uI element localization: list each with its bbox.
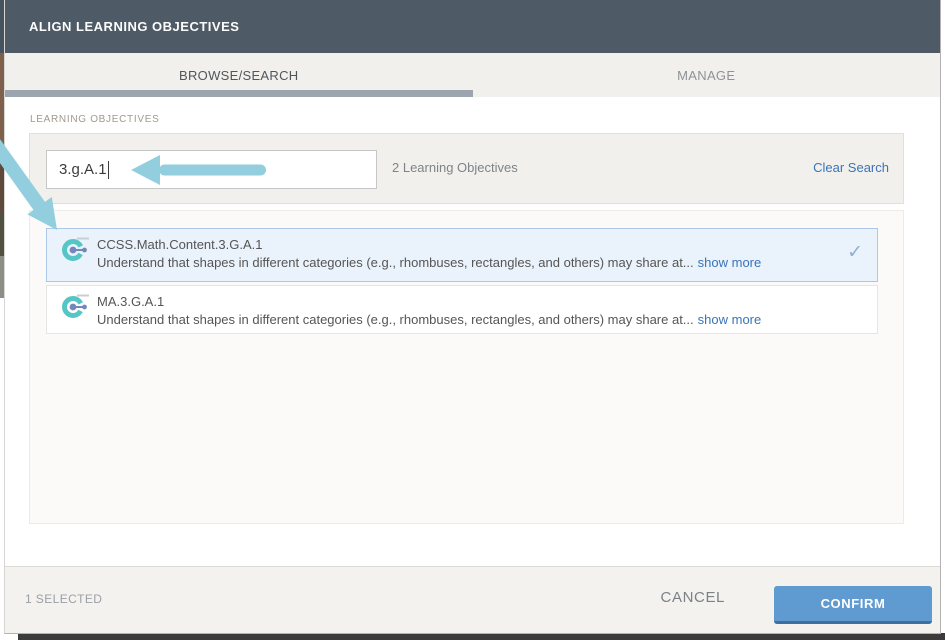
clear-search-link[interactable]: Clear Search	[813, 160, 889, 175]
learning-objectives-section-label: LEARNING OBJECTIVES	[30, 114, 159, 125]
confirm-button[interactable]: CONFIRM	[774, 586, 932, 624]
modal-bottom-shadow	[18, 633, 945, 640]
tab-manage-label: MANAGE	[677, 68, 735, 83]
active-tab-underline	[5, 90, 473, 97]
annotation-arrow-diagonal-icon	[0, 138, 75, 243]
objective-row-ccss[interactable]: CCSS.Math.Content.3.G.A.1 Understand tha…	[46, 228, 878, 282]
dialog-title: ALIGN LEARNING OBJECTIVES	[29, 19, 239, 34]
results-list: CCSS.Math.Content.3.G.A.1 Understand tha…	[29, 210, 904, 524]
show-more-link[interactable]: show more	[698, 255, 762, 270]
objective-description: Understand that shapes in different cate…	[97, 254, 865, 271]
tab-manage[interactable]: MANAGE	[473, 53, 941, 97]
objective-row-ma[interactable]: MA.3.G.A.1 Understand that shapes in dif…	[46, 285, 878, 334]
selected-count-text: 1 SELECTED	[25, 592, 102, 606]
learning-objective-icon	[62, 293, 90, 321]
dialog-footer: 1 SELECTED CANCEL CONFIRM	[5, 566, 940, 633]
objective-description: Understand that shapes in different cate…	[97, 311, 865, 328]
selected-check-icon: ✓	[847, 241, 863, 264]
annotation-arrow-horizontal-icon	[126, 150, 272, 190]
align-learning-objectives-dialog: ALIGN LEARNING OBJECTIVES BROWSE/SEARCH …	[4, 0, 941, 634]
text-caret	[108, 161, 109, 179]
objective-code: MA.3.G.A.1	[97, 293, 865, 311]
tab-browse-search-label: BROWSE/SEARCH	[179, 68, 298, 83]
show-more-link[interactable]: show more	[698, 312, 762, 327]
dialog-header: ALIGN LEARNING OBJECTIVES	[5, 0, 940, 53]
objective-code: CCSS.Math.Content.3.G.A.1	[97, 236, 865, 254]
result-count-text: 2 Learning Objectives	[392, 160, 518, 175]
cancel-button[interactable]: CANCEL	[661, 589, 725, 606]
